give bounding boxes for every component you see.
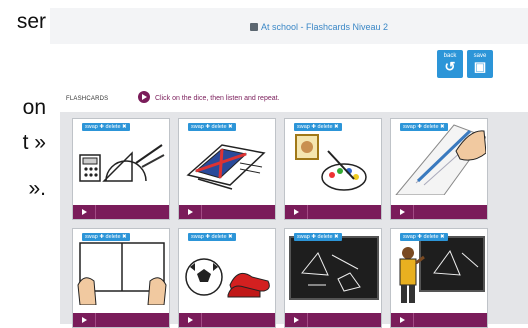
swap-button[interactable]: swap ✚: [403, 124, 422, 130]
card-actions: swap ✚ delete ✖: [188, 233, 236, 241]
card-actions: swap ✚ delete ✖: [294, 123, 342, 131]
teacher-board-icon: [399, 236, 485, 303]
swap-button[interactable]: swap ✚: [191, 234, 210, 240]
swap-button[interactable]: swap ✚: [297, 234, 316, 240]
delete-button[interactable]: delete ✖: [212, 124, 233, 130]
flashcard-app: At school - Flashcards Niveau 2 back ↺ s…: [50, 8, 528, 328]
blackboard-icon: [289, 236, 379, 300]
book-icon: [250, 23, 258, 31]
card-play-bar: [391, 313, 487, 327]
writing-hand-icon: [395, 124, 486, 195]
flashcard[interactable]: swap ✚ delete ✖: [390, 228, 488, 328]
swap-button[interactable]: swap ✚: [85, 234, 104, 240]
flashcard[interactable]: swap ✚ delete ✖: [72, 118, 170, 220]
flashcard[interactable]: swap ✚ delete ✖: [390, 118, 488, 220]
toolbar: back ↺ save ▣: [437, 50, 493, 78]
delete-button[interactable]: delete ✖: [106, 234, 127, 240]
card-actions: swap ✚ delete ✖: [188, 123, 236, 131]
play-button[interactable]: [179, 205, 202, 219]
flashcard-grid: swap ✚ delete ✖ swap ✚ delete ✖ swap ✚ d…: [60, 112, 528, 328]
delete-button[interactable]: delete ✖: [106, 124, 127, 130]
flashcard[interactable]: swap ✚ delete ✖: [72, 228, 170, 328]
swap-button[interactable]: swap ✚: [85, 124, 104, 130]
card-play-bar: [73, 205, 169, 219]
swap-button[interactable]: swap ✚: [191, 124, 210, 130]
card-actions: swap ✚ delete ✖: [294, 233, 342, 241]
card-play-bar: [179, 205, 275, 219]
school-tools-icon: [79, 144, 165, 182]
delete-button[interactable]: delete ✖: [318, 124, 339, 130]
flashcard[interactable]: swap ✚ delete ✖: [284, 228, 382, 328]
page-title: At school - Flashcards Niveau 2: [250, 22, 388, 32]
delete-button[interactable]: delete ✖: [212, 234, 233, 240]
play-button[interactable]: [285, 205, 308, 219]
card-actions: swap ✚ delete ✖: [82, 233, 130, 241]
flashcard[interactable]: swap ✚ delete ✖: [178, 118, 276, 220]
back-button[interactable]: back ↺: [437, 50, 463, 78]
delete-button[interactable]: delete ✖: [424, 234, 445, 240]
side-text-line: ser: [16, 10, 46, 33]
card-actions: swap ✚ delete ✖: [400, 233, 448, 241]
books-icon: [186, 144, 266, 190]
save-label: save: [473, 53, 487, 59]
back-label: back: [443, 53, 457, 59]
card-play-bar: [285, 205, 381, 219]
side-text-line: ».: [28, 177, 46, 200]
header-bar: At school - Flashcards Niveau 2: [50, 8, 528, 44]
background-document-text: ser on t » ».: [0, 0, 52, 316]
ball-shoes-icon: [185, 258, 270, 298]
play-button[interactable]: [391, 313, 414, 327]
save-button[interactable]: save ▣: [467, 50, 493, 78]
paint-palette-icon: [295, 134, 367, 191]
section-heading: FLASHCARDS: [66, 96, 109, 102]
card-play-bar: [285, 313, 381, 327]
play-button[interactable]: [285, 313, 308, 327]
delete-button[interactable]: delete ✖: [318, 234, 339, 240]
play-button[interactable]: [73, 313, 96, 327]
card-play-bar: [73, 313, 169, 327]
flashcard[interactable]: swap ✚ delete ✖: [178, 228, 276, 328]
delete-button[interactable]: delete ✖: [424, 124, 445, 130]
swap-button[interactable]: swap ✚: [403, 234, 422, 240]
floppy-disk-icon: ▣: [473, 59, 487, 74]
side-text-line: on: [22, 96, 46, 119]
instruction: Click on the dice, then listen and repea…: [138, 91, 280, 103]
play-icon[interactable]: [138, 91, 150, 103]
card-play-bar: [179, 313, 275, 327]
play-button[interactable]: [391, 205, 414, 219]
card-play-bar: [391, 205, 487, 219]
undo-icon: ↺: [444, 59, 456, 74]
open-book-icon: [77, 242, 167, 305]
card-actions: swap ✚ delete ✖: [82, 123, 130, 131]
side-text-line: t »: [22, 131, 46, 154]
play-button[interactable]: [179, 313, 202, 327]
swap-button[interactable]: swap ✚: [297, 124, 316, 130]
play-button[interactable]: [73, 205, 96, 219]
card-actions: swap ✚ delete ✖: [400, 123, 448, 131]
flashcard[interactable]: swap ✚ delete ✖: [284, 118, 382, 220]
